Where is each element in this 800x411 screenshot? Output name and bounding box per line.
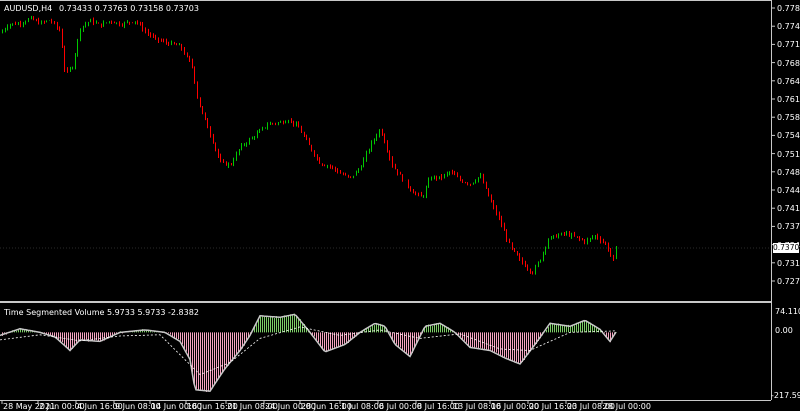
indicator-max-label: 74.1102	[775, 307, 800, 316]
current-price-tag: 0.73703	[773, 243, 800, 253]
time-label: 6 Jul 00:00	[379, 402, 422, 411]
price-label: 0.75140	[777, 149, 800, 159]
price-label: 0.75810	[777, 113, 800, 123]
indicator-header: Time Segmented Volume 5.9733 5.9733 -2.8…	[4, 308, 199, 317]
price-label: 0.74800	[777, 167, 800, 177]
chart-canvas[interactable]	[0, 0, 800, 411]
time-label: 1 Jul 08:00	[341, 402, 384, 411]
price-label: 0.76810	[777, 58, 800, 68]
indicator-zero-label: 0.00	[775, 326, 793, 335]
price-label: 0.77160	[777, 40, 800, 50]
time-label: 28 Jul 00:00	[603, 402, 651, 411]
price-label: 0.76480	[777, 76, 800, 86]
price-label: 0.74460	[777, 186, 800, 195]
price-label: 0.72790	[777, 277, 800, 286]
price-label: 0.75480	[777, 131, 800, 141]
price-label: 0.77820	[777, 4, 800, 13]
ohlc-values: 0.73433 0.73763 0.73158 0.73703	[59, 4, 199, 13]
price-label: 0.74130	[777, 204, 800, 214]
symbol-timeframe: AUDUSD,H4	[4, 4, 53, 13]
indicator-min-label: -217.5961	[771, 391, 800, 400]
price-label: 0.77490	[777, 22, 800, 32]
tsv-line	[0, 313, 617, 392]
mt4-chart-window: AUDUSD,H4 0.73433 0.73763 0.73158 0.7370…	[0, 0, 800, 411]
price-label: 0.76140	[777, 95, 800, 104]
price-label: 0.73120	[777, 258, 800, 268]
price-label: 0.73790	[777, 222, 800, 232]
